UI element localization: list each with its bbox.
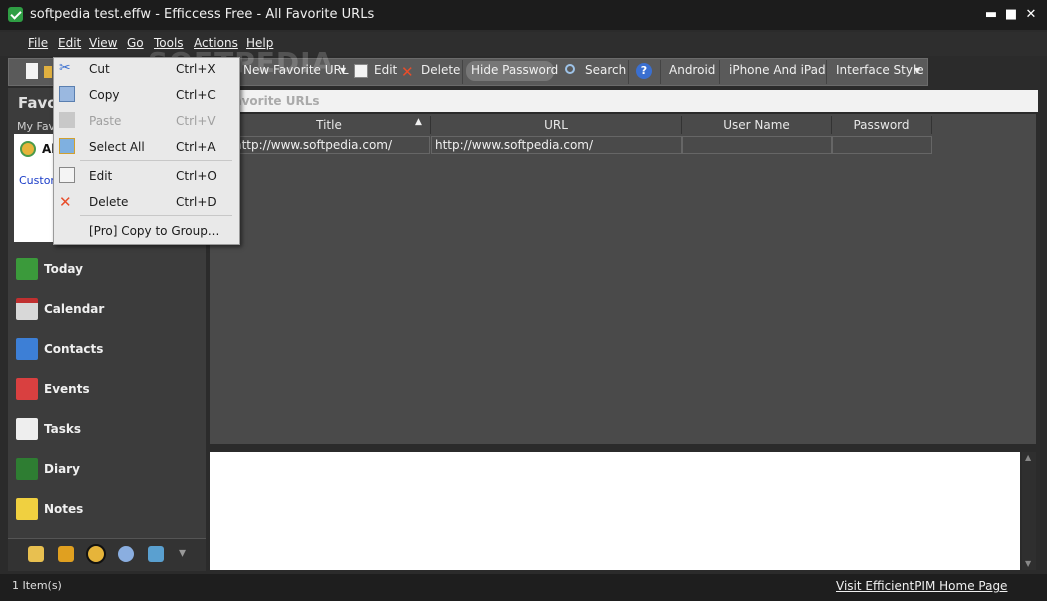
- android-button[interactable]: Android: [669, 63, 715, 81]
- toolbar-separator: [628, 60, 629, 84]
- app-icon: [8, 7, 23, 22]
- hide-password-button[interactable]: Hide Password: [471, 63, 558, 81]
- menu-go[interactable]: Go: [127, 36, 144, 50]
- sort-ascending-icon: ▲: [415, 117, 422, 127]
- home-page-link[interactable]: Visit EfficientPIM Home Page: [836, 579, 1007, 593]
- iphone-ipad-button[interactable]: iPhone And iPad: [729, 63, 826, 81]
- select-all-icon: [59, 138, 75, 154]
- copy-icon: [59, 86, 75, 102]
- contacts-icon: [16, 338, 38, 360]
- preview-pane[interactable]: [210, 452, 1020, 570]
- menu-separator: [80, 160, 232, 161]
- column-header-title[interactable]: Title: [228, 116, 431, 134]
- menu-item-edit[interactable]: Edit Ctrl+O: [53, 165, 238, 187]
- new-favorite-dropdown-icon[interactable]: ▾: [340, 63, 346, 81]
- edit-icon: [354, 64, 368, 78]
- toolbar-separator: [826, 60, 827, 84]
- scroll-down-icon[interactable]: ▼: [1025, 559, 1031, 568]
- notes-icon: [16, 498, 38, 520]
- delete-icon: ✕: [59, 193, 72, 211]
- menu-view[interactable]: View: [89, 36, 117, 50]
- grid-header-title: Favorite URLs: [226, 94, 320, 108]
- more-shortcuts-icon[interactable]: ▾: [179, 545, 186, 561]
- edit-icon: [59, 167, 75, 183]
- toolbar-separator: [660, 60, 661, 84]
- interface-style-dropdown-icon[interactable]: ▾: [914, 63, 920, 81]
- diary-icon: [16, 458, 38, 480]
- menu-file[interactable]: File: [28, 36, 48, 50]
- row-username-cell[interactable]: [682, 136, 832, 154]
- preview-scrollbar[interactable]: [1022, 452, 1036, 570]
- globe-icon: [20, 141, 36, 157]
- new-document-icon[interactable]: [26, 63, 38, 79]
- events-icon: [16, 378, 38, 400]
- scroll-up-icon[interactable]: ▲: [1025, 453, 1031, 462]
- window-title: softpedia test.effw - Efficcess Free - A…: [30, 7, 375, 22]
- grid-header: [212, 90, 1038, 112]
- search-button[interactable]: Search: [585, 63, 626, 81]
- calendar-icon: [16, 298, 38, 320]
- search-shortcut-icon[interactable]: [118, 546, 134, 562]
- favorites-shortcut-icon[interactable]: [86, 544, 106, 564]
- interface-style-button[interactable]: Interface Style: [836, 63, 924, 81]
- delete-icon: ✕: [401, 63, 414, 81]
- search-icon: [565, 64, 575, 74]
- menu-item-delete[interactable]: ✕ Delete Ctrl+D: [53, 191, 238, 213]
- item-count: 1 Item(s): [12, 579, 62, 592]
- url-grid: [210, 114, 1036, 444]
- column-header-url[interactable]: URL: [431, 116, 682, 134]
- edit-button[interactable]: Edit: [374, 63, 397, 81]
- delete-button[interactable]: Delete: [421, 63, 460, 81]
- maximize-button[interactable]: ■: [1002, 6, 1020, 24]
- close-button[interactable]: ✕: [1022, 6, 1040, 24]
- sidebar-title: Favo: [18, 94, 58, 112]
- menu-separator: [80, 215, 232, 216]
- paste-icon: [59, 112, 75, 128]
- home-icon: [16, 258, 38, 280]
- column-header-password[interactable]: Password: [832, 116, 932, 134]
- row-url-cell[interactable]: http://www.softpedia.com/: [431, 136, 682, 154]
- help-icon[interactable]: ?: [636, 63, 652, 79]
- key-shortcut-icon[interactable]: [58, 546, 74, 562]
- recycle-shortcut-icon[interactable]: [148, 546, 164, 562]
- menu-item-copy[interactable]: Copy Ctrl+C: [53, 84, 238, 106]
- memo-shortcut-icon[interactable]: [28, 546, 44, 562]
- column-header-username[interactable]: User Name: [682, 116, 832, 134]
- row-title-cell[interactable]: http://www.softpedia.com/: [230, 136, 430, 154]
- minimize-button[interactable]: ▬: [982, 6, 1000, 24]
- row-password-cell[interactable]: [832, 136, 932, 154]
- scissors-icon: ✂: [59, 60, 71, 76]
- menu-item-select-all[interactable]: Select All Ctrl+A: [53, 136, 238, 158]
- menu-item-paste: Paste Ctrl+V: [53, 110, 238, 132]
- menu-item-copy-to-group[interactable]: [Pro] Copy to Group...: [53, 220, 238, 242]
- toolbar-separator: [462, 60, 463, 84]
- menu-edit[interactable]: Edit: [58, 36, 81, 50]
- toolbar-separator: [719, 60, 720, 84]
- tasks-icon: [16, 418, 38, 440]
- open-folder-icon[interactable]: [44, 66, 52, 78]
- menu-item-cut[interactable]: ✂ Cut Ctrl+X: [53, 58, 238, 80]
